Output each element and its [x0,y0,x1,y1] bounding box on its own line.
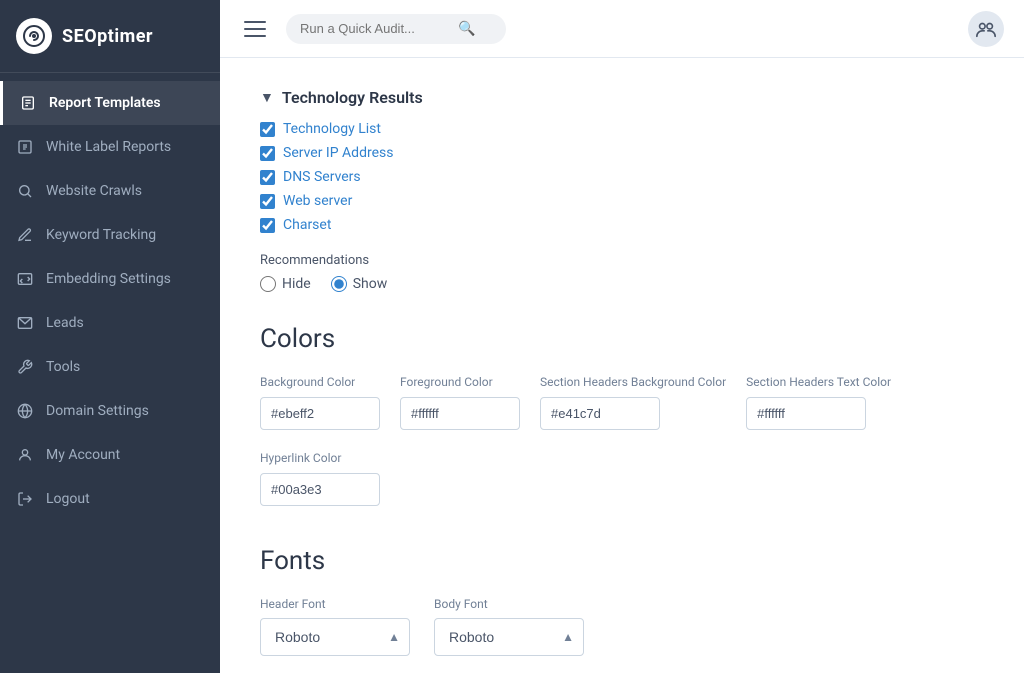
radio-hide[interactable]: Hide [260,276,311,292]
sidebar-item-embedding-settings[interactable]: Embedding Settings [0,257,220,301]
technology-checkbox-list: Technology List Server IP Address DNS Se… [260,121,984,233]
sidebar-logo: SEOptimer [0,0,220,73]
checkbox-label-server-ip: Server IP Address [283,145,393,161]
domain-settings-icon [16,402,34,420]
sidebar-item-label-embedding-settings: Embedding Settings [46,271,171,287]
color-field-section-headers-bg: Section Headers Background Color [540,374,726,430]
color-input-bg-color[interactable] [260,397,380,430]
radio-show[interactable]: Show [331,276,388,292]
search-icon: 🔍 [458,21,475,37]
main-area: 🔍 ▼ Technology Results Technology List S… [220,0,1024,673]
radio-group: Hide Show [260,276,984,292]
checkbox-web-server[interactable]: Web server [260,193,984,209]
sidebar-item-label-logout: Logout [46,491,90,507]
sidebar-item-label-leads: Leads [46,315,84,331]
checkbox-label-dns-servers: DNS Servers [283,169,361,185]
collapse-icon[interactable]: ▼ [260,89,274,106]
sidebar-item-label-report-templates: Report Templates [49,95,161,111]
sidebar-item-website-crawls[interactable]: Website Crawls [0,169,220,213]
checkbox-dns-servers[interactable]: DNS Servers [260,169,984,185]
color-label-bg-color: Background Color [260,374,380,391]
recommendations-label: Recommendations [260,253,984,268]
checkbox-input-charset[interactable] [260,218,275,233]
checkbox-input-tech-list[interactable] [260,122,275,137]
tools-icon [16,358,34,376]
checkbox-label-web-server: Web server [283,193,352,209]
color-field-fg-color: Foreground Color [400,374,520,430]
color-input-fg-color[interactable] [400,397,520,430]
logo-text: SEOptimer [62,26,153,47]
leads-icon [16,314,34,332]
main-content: ▼ Technology Results Technology List Ser… [220,58,1024,673]
checkbox-server-ip[interactable]: Server IP Address [260,145,984,161]
radio-show-label: Show [353,276,388,292]
sidebar-item-white-label-reports[interactable]: White Label Reports [0,125,220,169]
color-label-hyperlink-color: Hyperlink Color [260,450,380,467]
technology-results-header: ▼ Technology Results [260,88,984,107]
color-field-hyperlink-color: Hyperlink Color [260,450,380,506]
sidebar-item-label-website-crawls: Website Crawls [46,183,142,199]
color-field-section-headers-text: Section Headers Text Color [746,374,891,430]
font-select-wrapper-header-font: RobotoArialGeorgiaTimes New Roman ▲ [260,618,410,656]
sidebar-item-logout[interactable]: Logout [0,477,220,521]
fonts-section-title: Fonts [260,546,984,576]
sidebar-item-keyword-tracking[interactable]: Keyword Tracking [0,213,220,257]
radio-hide-input[interactable] [260,276,276,292]
my-account-icon [16,446,34,464]
font-fields: Header Font RobotoArialGeorgiaTimes New … [260,596,984,657]
color-input-section-headers-text[interactable] [746,397,866,430]
sidebar-item-label-tools: Tools [46,359,80,375]
sidebar-item-label-domain-settings: Domain Settings [46,403,149,419]
checkbox-tech-list[interactable]: Technology List [260,121,984,137]
website-crawls-icon [16,182,34,200]
sidebar-nav: Report Templates White Label Reports Web… [0,73,220,673]
technology-results-title: Technology Results [282,88,423,107]
recommendations-section: Recommendations Hide Show [260,253,984,292]
sidebar-item-label-keyword-tracking: Keyword Tracking [46,227,156,243]
hamburger-button[interactable] [240,17,270,41]
color-label-section-headers-text: Section Headers Text Color [746,374,891,391]
color-label-section-headers-bg: Section Headers Background Color [540,374,726,391]
report-templates-icon [19,94,37,112]
radio-hide-label: Hide [282,276,311,292]
color-input-section-headers-bg[interactable] [540,397,660,430]
checkbox-label-tech-list: Technology List [283,121,381,137]
font-select-wrapper-body-font: RobotoArialGeorgiaTimes New Roman ▲ [434,618,584,656]
checkbox-label-charset: Charset [283,217,331,233]
font-select-body-font[interactable]: RobotoArialGeorgiaTimes New Roman [434,618,584,656]
sidebar-item-my-account[interactable]: My Account [0,433,220,477]
color-field-bg-color: Background Color [260,374,380,430]
sidebar-item-report-templates[interactable]: Report Templates [0,81,220,125]
search-bar: 🔍 [286,14,506,44]
topbar-right [968,11,1004,47]
sidebar-item-tools[interactable]: Tools [0,345,220,389]
color-input-hyperlink-color[interactable] [260,473,380,506]
color-label-fg-color: Foreground Color [400,374,520,391]
colors-section-title: Colors [260,324,984,354]
sidebar: SEOptimer Report Templates White Label R… [0,0,220,673]
checkbox-charset[interactable]: Charset [260,217,984,233]
font-select-header-font[interactable]: RobotoArialGeorgiaTimes New Roman [260,618,410,656]
checkbox-input-web-server[interactable] [260,194,275,209]
sidebar-item-label-my-account: My Account [46,447,120,463]
radio-show-input[interactable] [331,276,347,292]
font-label-header-font: Header Font [260,596,410,613]
white-label-reports-icon [16,138,34,156]
color-fields: Background Color Foreground Color Sectio… [260,374,984,506]
font-label-body-font: Body Font [434,596,584,613]
search-input[interactable] [300,21,450,36]
checkbox-input-server-ip[interactable] [260,146,275,161]
user-avatar-icon[interactable] [968,11,1004,47]
keyword-tracking-icon [16,226,34,244]
sidebar-item-label-white-label-reports: White Label Reports [46,139,171,155]
checkbox-input-dns-servers[interactable] [260,170,275,185]
logo-icon [16,18,52,54]
topbar: 🔍 [220,0,1024,58]
font-field-body-font: Body Font RobotoArialGeorgiaTimes New Ro… [434,596,584,657]
font-field-header-font: Header Font RobotoArialGeorgiaTimes New … [260,596,410,657]
logout-icon [16,490,34,508]
sidebar-item-leads[interactable]: Leads [0,301,220,345]
embedding-settings-icon [16,270,34,288]
sidebar-item-domain-settings[interactable]: Domain Settings [0,389,220,433]
